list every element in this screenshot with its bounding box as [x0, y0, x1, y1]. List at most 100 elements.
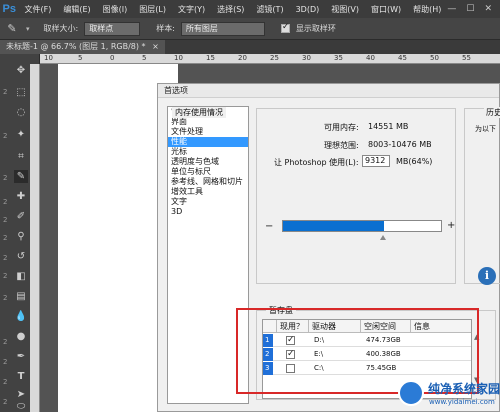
menu-edit[interactable]: 编辑(E)	[57, 4, 96, 15]
document-tab-title: 未标题-1 @ 66.7% (图层 1, RGB/8) *	[6, 42, 146, 51]
close-button[interactable]: ✕	[484, 4, 492, 14]
tool-group-number: 2	[3, 398, 8, 406]
tool-group-number: 2	[3, 174, 8, 182]
available-ram-value: 14551 MB	[368, 122, 409, 131]
options-bar: ✎ ▾ 取样大小: 取样点 样本: 所有图层 显示取样环	[0, 18, 500, 40]
ruler-tick: 15	[206, 54, 215, 62]
ellipse-tool-icon[interactable]: ⬭	[14, 400, 28, 412]
brush-tool-icon[interactable]: ✐	[14, 210, 28, 223]
eyedropper-tool-icon[interactable]: ✎	[14, 170, 28, 183]
photoshop-logo: Ps	[2, 3, 16, 15]
category-performance[interactable]: 性能	[168, 137, 248, 147]
document-tab-close-icon[interactable]: ×	[152, 42, 159, 51]
ruler-tick: 40	[366, 54, 375, 62]
info-icon: i	[478, 267, 496, 285]
dialog-title: 首选项	[158, 84, 499, 98]
pen-tool-icon[interactable]: ✒	[14, 350, 28, 363]
menu-type[interactable]: 文字(Y)	[172, 4, 211, 15]
category-guides-grid-slices[interactable]: 参考线、网格和切片	[168, 177, 248, 187]
show-ring-checkbox[interactable]	[280, 22, 290, 33]
menu-filter[interactable]: 滤镜(T)	[250, 4, 289, 15]
memory-slider[interactable]	[282, 220, 442, 232]
move-tool-icon[interactable]: ✥	[14, 64, 28, 77]
ruler-tick: 55	[462, 54, 471, 62]
menu-window[interactable]: 窗口(W)	[365, 4, 407, 15]
tool-group-number: 2	[3, 216, 8, 224]
photoshop-usage-label: 让 Photoshop 使用(L):	[274, 158, 359, 167]
eyedropper-tool-icon[interactable]: ✎	[4, 22, 20, 35]
type-tool-icon[interactable]: T	[14, 370, 28, 383]
category-transparency-gamut[interactable]: 透明度与色域	[168, 157, 248, 167]
clone-stamp-tool-icon[interactable]: ⚲	[14, 230, 28, 243]
healing-brush-tool-icon[interactable]: ✚	[14, 190, 28, 203]
ideal-range-label: 理想范围:	[324, 141, 359, 150]
memory-usage-group	[256, 108, 456, 284]
tool-group-number: 2	[3, 358, 8, 366]
sample-size-label: 取样大小:	[43, 24, 79, 33]
tool-group-number: 2	[3, 234, 8, 242]
history-cache-group	[464, 108, 500, 284]
category-3d[interactable]: 3D	[168, 207, 248, 217]
category-units-rulers[interactable]: 单位与标尺	[168, 167, 248, 177]
category-file-handling[interactable]: 文件处理	[168, 127, 248, 137]
menu-view[interactable]: 视图(V)	[325, 4, 365, 15]
history-brush-tool-icon[interactable]: ↺	[14, 250, 28, 263]
ruler-tick: 45	[398, 54, 407, 62]
ruler-tick: 10	[174, 54, 183, 62]
eraser-tool-icon[interactable]: ◧	[14, 270, 28, 283]
decrease-icon: −	[265, 221, 274, 232]
menu-select[interactable]: 选择(S)	[211, 4, 250, 15]
menu-3d[interactable]: 3D(D)	[290, 5, 326, 14]
memory-usage-title: 内存使用情况	[172, 107, 226, 118]
ruler-tick: 5	[142, 54, 147, 62]
show-ring-label: 显示取样环	[295, 24, 336, 33]
sample-select[interactable]: 所有图层	[180, 21, 265, 36]
ruler-tick: 30	[302, 54, 311, 62]
window-controls: — ☐ ✕	[447, 4, 500, 14]
lasso-tool-icon[interactable]: ◌	[14, 106, 28, 119]
sample-label: 样本:	[156, 24, 175, 33]
menu-file[interactable]: 文件(F)	[19, 4, 58, 15]
blur-tool-icon[interactable]: 💧	[14, 310, 28, 323]
menu-help[interactable]: 帮助(H)	[407, 4, 447, 15]
sample-size-select[interactable]: 取样点	[84, 21, 141, 36]
watermark-circle-icon	[398, 380, 424, 406]
dodge-tool-icon[interactable]: ●	[14, 330, 28, 343]
ruler-tick: 0	[110, 54, 115, 62]
magic-wand-tool-icon[interactable]: ✦	[14, 128, 28, 141]
tool-group-number: 2	[3, 294, 8, 302]
ruler-tick: 20	[238, 54, 247, 62]
marquee-tool-icon[interactable]: ⬚	[14, 86, 28, 99]
tool-group-number: 2	[3, 88, 8, 96]
tool-group-number: 2	[3, 254, 8, 262]
tool-preset-dropdown-icon[interactable]: ▾	[26, 25, 30, 33]
ruler-tick: 25	[270, 54, 279, 62]
ruler-left	[30, 64, 40, 412]
watermark-logo: 纯净系统家园 www.yidaimei.com	[398, 376, 500, 412]
ideal-range-value: 8003-10476 MB	[368, 140, 432, 149]
category-interface[interactable]: 界面	[168, 117, 248, 127]
category-plugins[interactable]: 增效工具	[168, 187, 248, 197]
ruler-tick: 5	[78, 54, 83, 62]
minimize-button[interactable]: —	[447, 4, 456, 14]
menu-bar: Ps 文件(F) 编辑(E) 图像(I) 图层(L) 文字(Y) 选择(S) 滤…	[0, 0, 500, 18]
category-type[interactable]: 文字	[168, 197, 248, 207]
crop-tool-icon[interactable]: ⌗	[14, 150, 28, 163]
document-tab-bar: 未标题-1 @ 66.7% (图层 1, RGB/8) * ×	[0, 40, 500, 54]
memory-slider-fill	[283, 221, 384, 231]
document-tab[interactable]: 未标题-1 @ 66.7% (图层 1, RGB/8) * ×	[0, 40, 165, 54]
category-cursors[interactable]: 光标	[168, 147, 248, 157]
ruler-tick: 50	[430, 54, 439, 62]
photoshop-usage-input[interactable]: 9312	[362, 155, 390, 167]
ruler-tick: 10	[44, 54, 53, 62]
tool-group-number: 2	[3, 272, 8, 280]
ruler-tick: 35	[334, 54, 343, 62]
gradient-tool-icon[interactable]: ▤	[14, 290, 28, 303]
increase-icon: +	[447, 220, 456, 231]
tool-group-number: 2	[3, 132, 8, 140]
maximize-button[interactable]: ☐	[466, 4, 474, 14]
menu-image[interactable]: 图像(I)	[97, 4, 134, 15]
menu-layer[interactable]: 图层(L)	[133, 4, 172, 15]
memory-slider-thumb[interactable]	[380, 235, 386, 240]
tool-group-number: 2	[3, 198, 8, 206]
